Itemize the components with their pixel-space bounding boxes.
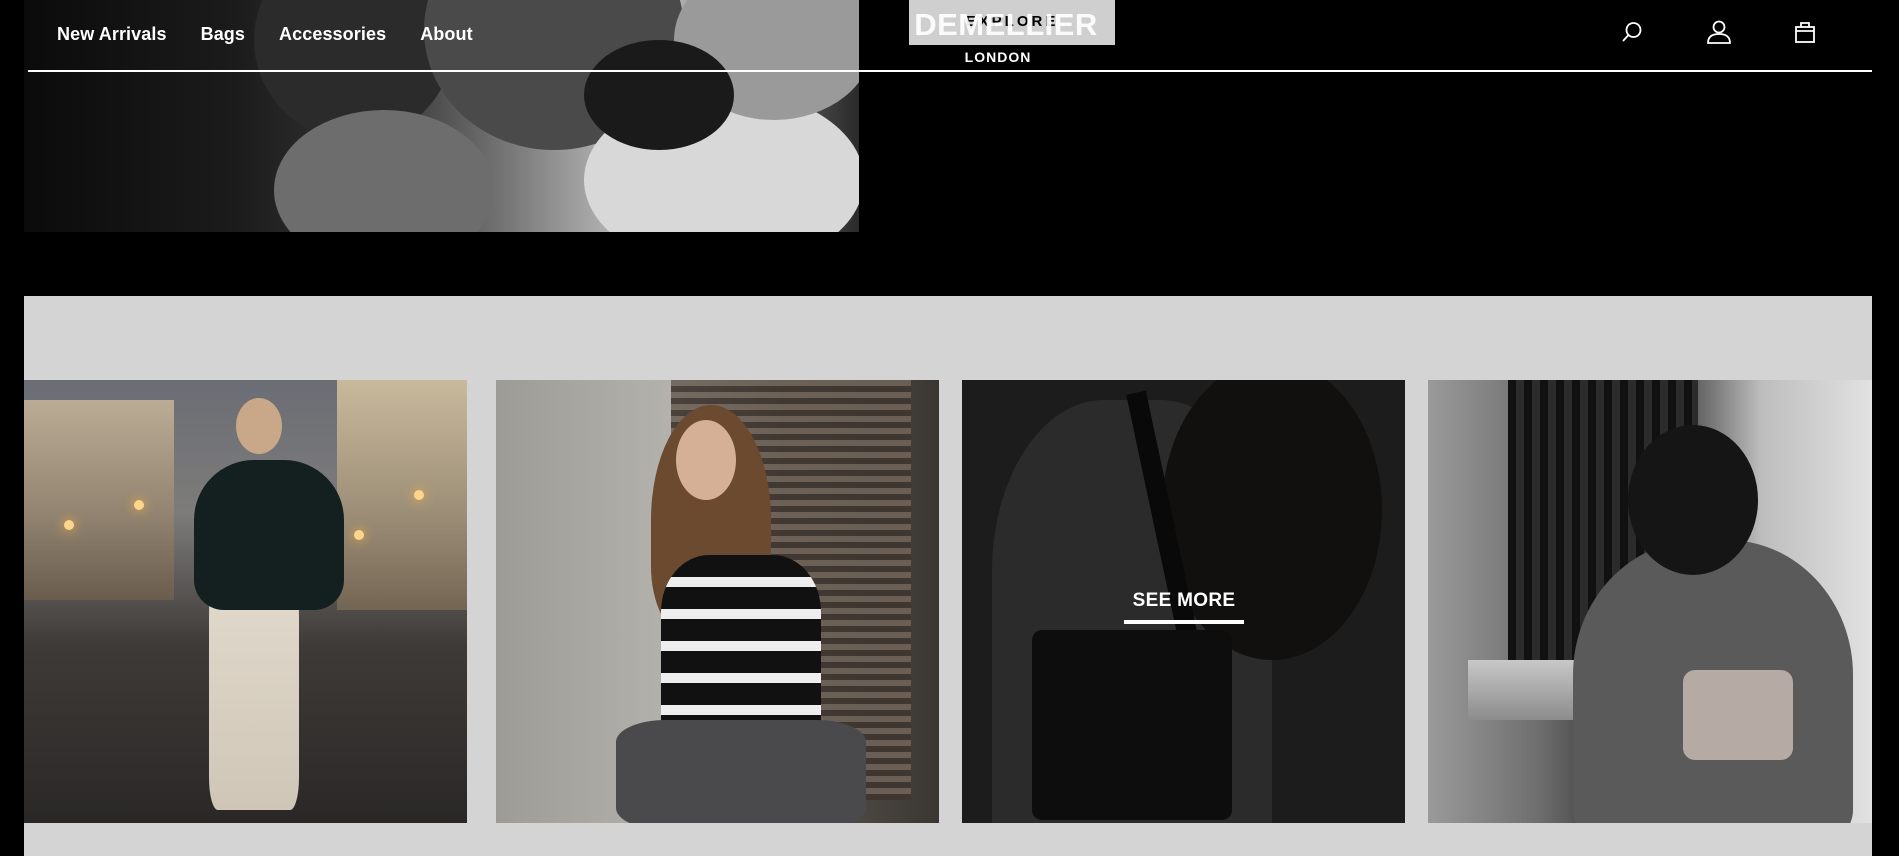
nav-new-arrivals[interactable]: New Arrivals <box>57 24 167 45</box>
site-header: New Arrivals Bags Accessories About EXPL… <box>28 0 1872 72</box>
shopping-bag-icon[interactable] <box>1794 20 1816 44</box>
gallery-image-silk-dress[interactable] <box>24 380 467 823</box>
logo-city: LONDON <box>964 49 1032 65</box>
gallery-image-striped-sweater[interactable] <box>496 380 939 823</box>
nav-accessories[interactable]: Accessories <box>279 24 386 45</box>
user-icon[interactable] <box>1706 19 1732 45</box>
nav-about[interactable]: About <box>420 24 472 45</box>
logo-name: DEMELLIER <box>914 7 1098 42</box>
gallery-section: SEE MORE <box>24 296 1872 856</box>
gallery-image-grey-coat[interactable] <box>1428 380 1872 823</box>
gallery-image-see-more[interactable]: SEE MORE <box>962 380 1405 823</box>
header-actions <box>1620 19 1816 45</box>
main-nav: New Arrivals Bags Accessories About <box>57 24 473 45</box>
brand-logo[interactable]: DEMELLIER LONDON <box>881 7 1131 65</box>
search-icon[interactable] <box>1620 20 1644 44</box>
see-more-link[interactable]: SEE MORE <box>1124 590 1244 624</box>
nav-bags[interactable]: Bags <box>201 24 245 45</box>
